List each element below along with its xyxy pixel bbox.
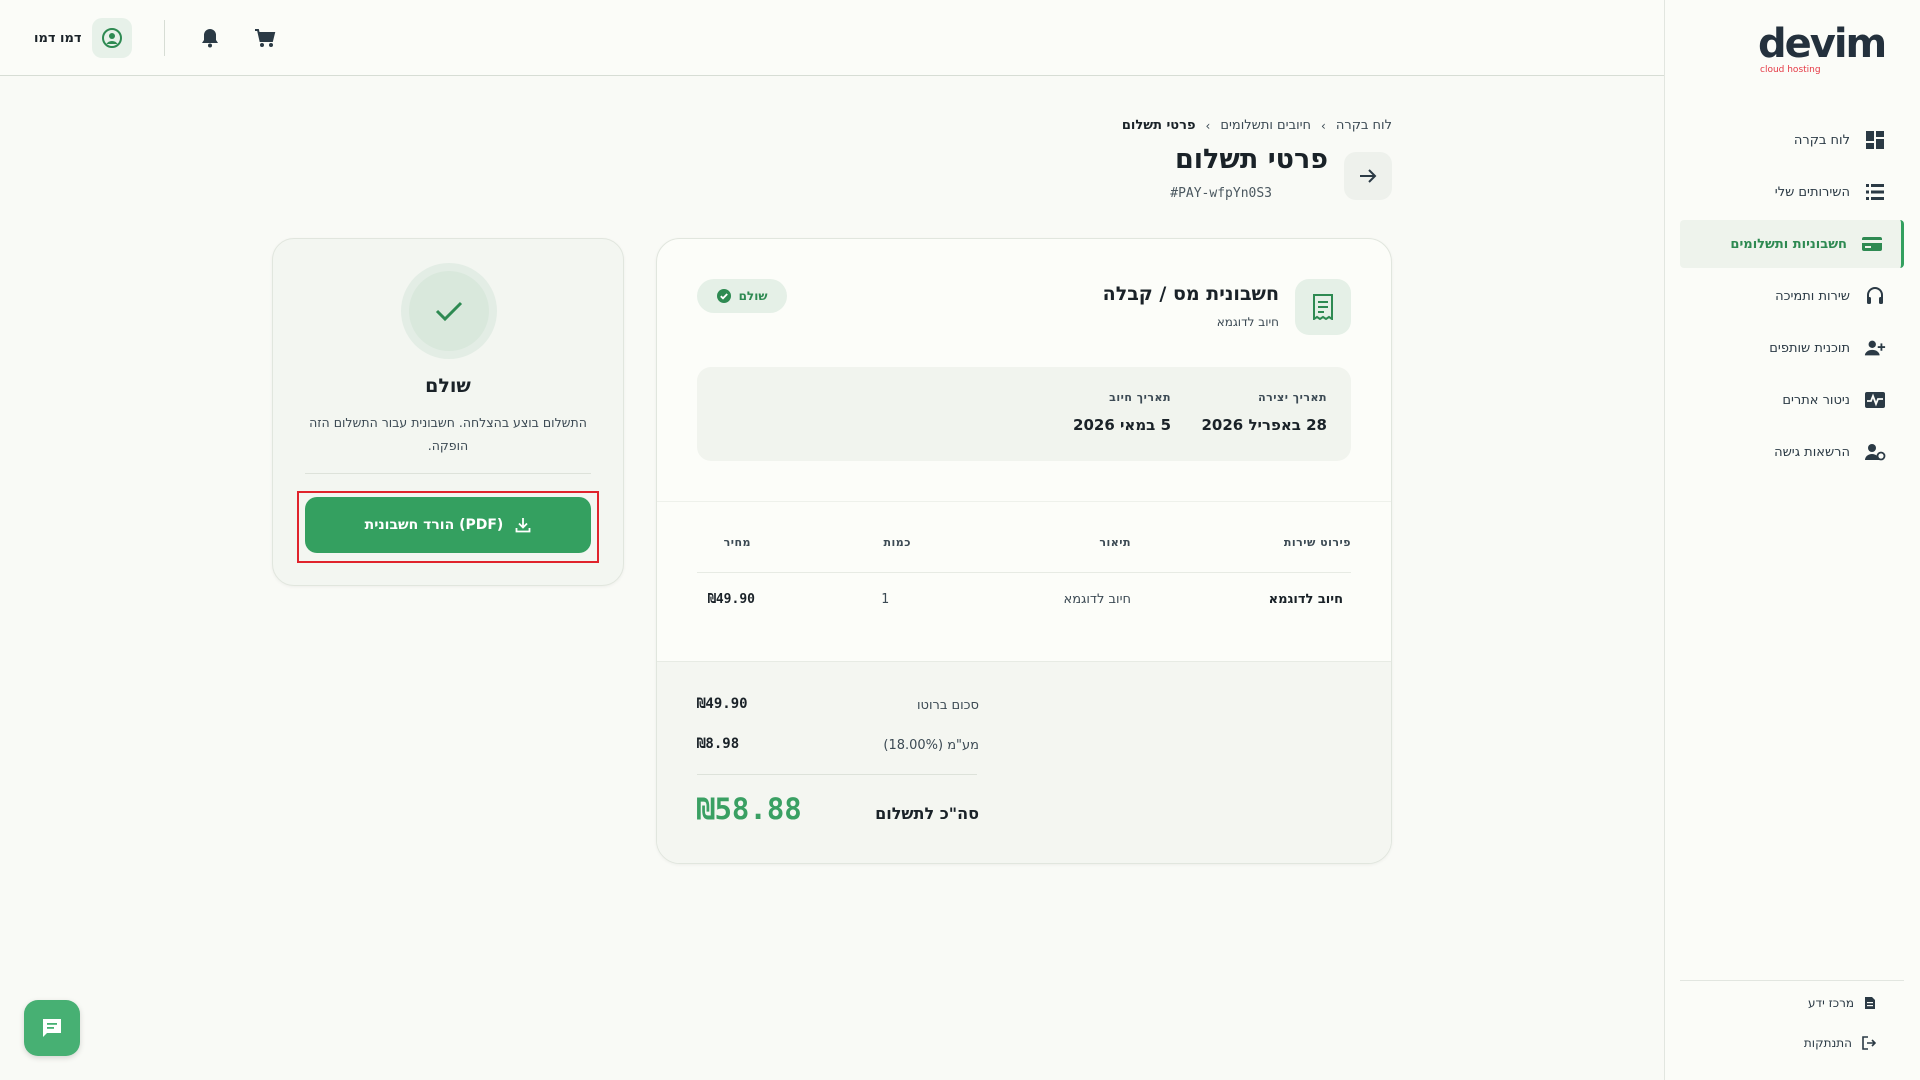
totals-panel: סכום ברוטו ₪49.90 מע"מ (18.00%) ₪8.98 סה… (657, 661, 1391, 863)
cart-icon[interactable] (253, 26, 277, 50)
table-cell-price: ₪49.90 (708, 592, 755, 607)
sidebar-item-invoices[interactable]: חשבוניות ותשלומים (1680, 220, 1904, 268)
logout-icon (1862, 1036, 1876, 1050)
table-divider (697, 572, 1351, 573)
vat-value: ₪8.98 (697, 736, 740, 752)
subtotal-value: ₪49.90 (697, 696, 748, 712)
breadcrumb-current: פרטי תשלום (1121, 118, 1196, 133)
due-date-label: תאריך חיוב (1109, 391, 1171, 404)
due-date-value: 5 במאי 2026 (1073, 416, 1171, 434)
sidebar-item-label: שירות ותמיכה (1775, 288, 1850, 304)
brand-logo[interactable]: devim cloud hosting (1758, 24, 1898, 75)
created-date-value: 28 באפריל 2026 (1201, 416, 1327, 434)
chevron-left-icon: › (1321, 118, 1326, 133)
created-date: תאריך יצירה 28 באפריל 2026 (1201, 391, 1327, 434)
document-icon (1864, 996, 1876, 1010)
created-date-label: תאריך יצירה (1258, 391, 1327, 404)
page-title: פרטי תשלום (1174, 144, 1328, 175)
headset-icon (1864, 285, 1886, 307)
table-header-quantity: כמות (883, 536, 911, 549)
download-invoice-label: הורד חשבונית (PDF) (364, 517, 504, 533)
sidebar-item-services[interactable]: השירותים שלי (1680, 168, 1904, 216)
sidebar-item-label: תוכנית שותפים (1769, 340, 1850, 356)
pulse-icon (1864, 389, 1886, 411)
table-header-price: מחיר (723, 536, 751, 549)
check-icon (435, 301, 463, 322)
sidebar-item-support[interactable]: שירות ותמיכה (1680, 272, 1904, 320)
back-button[interactable] (1344, 152, 1392, 200)
add-user-icon (1864, 337, 1886, 359)
bell-icon[interactable] (198, 26, 222, 50)
success-badge (401, 263, 497, 359)
payment-status-title: שולם (425, 375, 471, 397)
subtotal-label: סכום ברוטו (917, 698, 979, 713)
invoice-subtitle: חיוב לדוגמא (1216, 315, 1279, 329)
table-cell-description: חיוב לדוגמא (1063, 592, 1132, 607)
user-menu[interactable]: דמו דמו (34, 18, 132, 58)
invoice-table: פירוט שירות תיאור כמות מחיר חיוב לדוגמא … (657, 501, 1391, 661)
sidebar-item-label: הרשאות גישה (1774, 444, 1850, 460)
list-icon (1864, 181, 1886, 203)
credit-card-icon (1861, 233, 1883, 255)
sidebar-item-dashboard[interactable]: לוח בקרה (1680, 116, 1904, 164)
chevron-left-icon: › (1205, 118, 1211, 133)
grand-total-value: ₪58.88 (697, 792, 802, 826)
receipt-icon (1295, 279, 1351, 335)
breadcrumb-section[interactable]: חיובים ותשלומים (1220, 118, 1311, 133)
topbar-divider (164, 20, 165, 56)
sidebar-footer: מרכז ידע התנתקות (1680, 980, 1904, 1080)
sidebar-item-knowledge-base[interactable]: מרכז ידע (1680, 985, 1904, 1021)
table-cell-quantity: 1 (881, 592, 889, 607)
sidebar-item-permissions[interactable]: הרשאות גישה (1680, 428, 1904, 476)
check-circle-icon (716, 289, 731, 303)
payment-status-card: שולם התשלום בוצע בהצלחה. חשבונית עבור הת… (272, 238, 624, 586)
chat-icon (43, 1019, 61, 1037)
download-invoice-button[interactable]: הורד חשבונית (PDF) (305, 497, 591, 553)
chat-button[interactable] (24, 1000, 80, 1056)
sidebar-footer-label: התנתקות (1803, 1036, 1852, 1050)
table-header-service: פירוט שירות (1283, 536, 1351, 549)
table-header-description: תיאור (1099, 536, 1131, 549)
arrow-right-icon (1360, 169, 1377, 183)
logout-button[interactable]: התנתקות (1680, 1025, 1904, 1061)
user-circle-icon (101, 28, 122, 48)
sidebar-item-label: לוח בקרה (1793, 132, 1850, 148)
payment-status-message: התשלום בוצע בהצלחה. חשבונית עבור התשלום … (309, 415, 587, 453)
payment-card-divider (305, 473, 591, 474)
sidebar-footer-label: מרכז ידע (1808, 996, 1854, 1010)
sidebar-item-label: חשבוניות ותשלומים (1730, 236, 1847, 252)
vat-label: מע"מ (18.00%) (883, 738, 979, 753)
invoice-title: חשבונית מס / קבלה (1102, 283, 1279, 305)
status-badge-label: שולם (738, 289, 768, 303)
grand-total-label: סה"כ לתשלום (875, 804, 979, 823)
user-name: דמו דמו (34, 30, 82, 46)
sidebar-item-affiliates[interactable]: תוכנית שותפים (1680, 324, 1904, 372)
table-cell-service: חיוב לדוגמא (1268, 592, 1343, 607)
dashboard-icon (1864, 129, 1886, 151)
sidebar-item-label: ניטור אתרים (1782, 392, 1850, 408)
sidebar-item-monitoring[interactable]: ניטור אתרים (1680, 376, 1904, 424)
user-settings-icon (1864, 441, 1886, 463)
download-icon (515, 518, 531, 533)
breadcrumb: לוח בקרה › חיובים ותשלומים › פרטי תשלום (1122, 118, 1392, 133)
brand-name: devim (1758, 21, 1887, 67)
sidebar-nav: לוח בקרה השירותים שלי חשבוניות ותשלומים … (1680, 116, 1904, 480)
sidebar-item-label: השירותים שלי (1774, 184, 1850, 200)
breadcrumb-home[interactable]: לוח בקרה (1336, 118, 1392, 133)
totals-divider (697, 774, 977, 775)
sidebar: devim cloud hosting לוח בקרה השירותים של… (1664, 0, 1920, 1080)
dates-panel: תאריך יצירה 28 באפריל 2026 תאריך חיוב 5 … (697, 367, 1351, 461)
due-date: תאריך חיוב 5 במאי 2026 (1073, 391, 1171, 434)
invoice-card: חשבונית מס / קבלה חיוב לדוגמא שולם תאריך… (656, 238, 1392, 864)
payment-id: #PAY-wfpYn0S3 (1170, 186, 1272, 201)
status-badge: שולם (697, 279, 787, 313)
avatar[interactable] (91, 18, 132, 58)
topbar: דמו דמו (0, 0, 1664, 76)
